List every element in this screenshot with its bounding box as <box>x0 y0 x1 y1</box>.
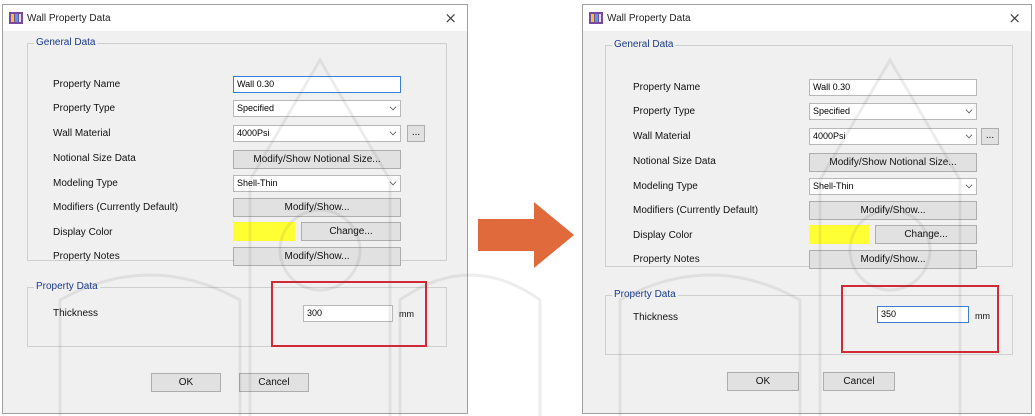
chevron-down-icon <box>965 131 973 139</box>
general-data-title: General Data <box>612 39 676 50</box>
property-notes-label: Property Notes <box>633 254 700 265</box>
wall-material-browse-button[interactable]: ... <box>981 128 999 145</box>
chevron-down-icon <box>389 178 397 186</box>
general-data-title: General Data <box>34 37 98 48</box>
thickness-label: Thickness <box>633 312 679 323</box>
close-icon[interactable]: × <box>444 9 457 27</box>
modeling-type-value: Shell-Thin <box>237 178 278 188</box>
modifiers-button[interactable]: Modify/Show... <box>233 198 401 217</box>
display-color-label: Display Color <box>633 230 693 241</box>
wall-material-select[interactable]: 4000Psi <box>233 125 401 142</box>
wall-material-browse-button[interactable]: ... <box>407 125 425 142</box>
property-notes-button[interactable]: Modify/Show... <box>809 250 977 269</box>
property-data-title: Property Data <box>34 281 100 292</box>
property-name-input[interactable]: Wall 0.30 <box>809 79 977 96</box>
chevron-down-icon <box>389 128 397 136</box>
thickness-highlight-box <box>271 281 427 347</box>
cancel-button[interactable]: Cancel <box>823 372 895 391</box>
wall-material-value: 4000Psi <box>237 128 270 138</box>
app-icon <box>9 12 23 24</box>
modifiers-label: Modifiers (Currently Default) <box>633 205 759 216</box>
property-type-select[interactable]: Specified <box>233 100 401 117</box>
property-notes-button[interactable]: Modify/Show... <box>233 247 401 266</box>
display-color-swatch[interactable] <box>233 222 295 241</box>
modeling-type-label: Modeling Type <box>633 181 698 192</box>
thickness-label: Thickness <box>53 308 99 319</box>
modeling-type-label: Modeling Type <box>53 178 118 189</box>
ok-button[interactable]: OK <box>151 373 221 392</box>
property-name-label: Property Name <box>53 79 121 90</box>
dialog-title: Wall Property Data <box>27 12 111 24</box>
modifiers-button[interactable]: Modify/Show... <box>809 201 977 220</box>
property-data-title: Property Data <box>612 289 678 300</box>
display-color-label: Display Color <box>53 227 113 238</box>
property-type-value: Specified <box>813 106 851 116</box>
property-notes-label: Property Notes <box>53 251 120 262</box>
notional-size-label: Notional Size Data <box>633 156 716 167</box>
dialog-titlebar: Wall Property Data × <box>3 5 467 31</box>
property-type-label: Property Type <box>53 103 116 114</box>
dialog-titlebar: Wall Property Data × <box>583 5 1031 31</box>
display-color-swatch[interactable] <box>809 225 869 244</box>
notional-size-label: Notional Size Data <box>53 153 136 164</box>
wall-material-label: Wall Material <box>633 131 691 142</box>
notional-size-button[interactable]: Modify/Show Notional Size... <box>809 153 977 172</box>
wall-material-value: 4000Psi <box>813 131 846 141</box>
cancel-button[interactable]: Cancel <box>239 373 309 392</box>
thickness-highlight-box <box>841 285 999 353</box>
wall-material-label: Wall Material <box>53 128 111 139</box>
property-name-input[interactable]: Wall 0.30 <box>233 76 401 93</box>
change-color-button[interactable]: Change... <box>301 222 401 241</box>
close-icon[interactable]: × <box>1008 9 1021 27</box>
modifiers-label: Modifiers (Currently Default) <box>53 202 179 213</box>
change-color-button[interactable]: Change... <box>875 225 977 244</box>
property-type-label: Property Type <box>633 106 696 117</box>
property-name-label: Property Name <box>633 82 701 93</box>
dialog-title: Wall Property Data <box>607 12 691 24</box>
wall-material-select[interactable]: 4000Psi <box>809 128 977 145</box>
modeling-type-select[interactable]: Shell-Thin <box>233 175 401 192</box>
notional-size-button[interactable]: Modify/Show Notional Size... <box>233 150 401 169</box>
property-type-value: Specified <box>237 103 275 113</box>
chevron-down-icon <box>965 181 973 189</box>
chevron-down-icon <box>965 106 973 114</box>
property-type-select[interactable]: Specified <box>809 103 977 120</box>
wall-property-dialog-after: Wall Property Data × General Data Proper… <box>582 4 1032 414</box>
wall-property-dialog-before: Wall Property Data × General Data Proper… <box>2 4 468 414</box>
app-icon <box>589 12 603 24</box>
modeling-type-value: Shell-Thin <box>813 181 854 191</box>
chevron-down-icon <box>389 103 397 111</box>
ok-button[interactable]: OK <box>727 372 799 391</box>
right-arrow-icon <box>478 202 574 268</box>
modeling-type-select[interactable]: Shell-Thin <box>809 178 977 195</box>
